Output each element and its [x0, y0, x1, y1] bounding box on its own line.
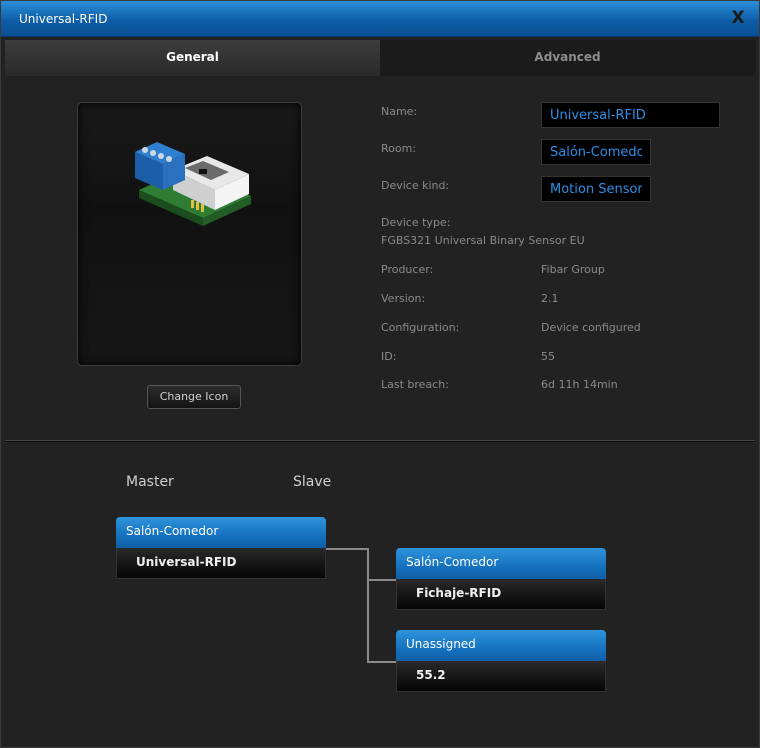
window-title: Universal-RFID: [19, 12, 108, 26]
version-value: 2.1: [541, 292, 559, 305]
slave-device-room: Unassigned: [396, 630, 606, 661]
producer-value: Fibar Group: [541, 263, 605, 276]
slave-device-card[interactable]: Unassigned 55.2: [396, 630, 606, 692]
slave-heading: Slave: [293, 474, 332, 490]
slave-device-room: Salón-Comedor: [396, 548, 606, 579]
device-type-value: FGBS321 Universal Binary Sensor EU: [381, 234, 585, 247]
connector-line: [367, 579, 397, 581]
device-icon-panel: [77, 102, 302, 366]
slave-device-name: 55.2: [396, 661, 606, 692]
last-breach-value: 6d 11h 14min: [541, 378, 618, 391]
device-kind-field[interactable]: [541, 176, 651, 202]
name-label: Name:: [381, 105, 418, 118]
connector-line: [367, 661, 397, 663]
room-field[interactable]: [541, 139, 651, 165]
producer-label: Producer:: [381, 263, 434, 276]
connector-line: [326, 548, 368, 550]
configuration-value: Device configured: [541, 321, 641, 334]
tab-advanced[interactable]: Advanced: [380, 40, 755, 76]
device-type-label: Device type:: [381, 216, 451, 229]
version-label: Version:: [381, 292, 426, 305]
room-label: Room:: [381, 142, 417, 155]
title-bar[interactable]: Universal-RFID X: [1, 1, 759, 37]
close-icon[interactable]: X: [729, 9, 747, 27]
device-dialog: Universal-RFID X General Advanced Change…: [0, 0, 760, 748]
binary-sensor-device-icon: [135, 142, 251, 226]
change-icon-button[interactable]: Change Icon: [147, 385, 241, 409]
master-device-name: Universal-RFID: [116, 548, 326, 579]
master-device-card[interactable]: Salón-Comedor Universal-RFID: [116, 517, 326, 579]
name-field[interactable]: [541, 102, 720, 128]
slave-device-card[interactable]: Salón-Comedor Fichaje-RFID: [396, 548, 606, 610]
id-label: ID:: [381, 350, 397, 363]
last-breach-label: Last breach:: [381, 378, 449, 391]
slave-device-name: Fichaje-RFID: [396, 579, 606, 610]
master-heading: Master: [126, 474, 174, 490]
configuration-label: Configuration:: [381, 321, 460, 334]
id-value: 55: [541, 350, 555, 363]
master-device-room: Salón-Comedor: [116, 517, 326, 548]
device-kind-label: Device kind:: [381, 179, 450, 192]
tab-general[interactable]: General: [5, 40, 380, 76]
connector-line: [367, 548, 369, 662]
section-divider-shadow: [5, 441, 755, 442]
tab-bar: General Advanced: [5, 40, 755, 76]
